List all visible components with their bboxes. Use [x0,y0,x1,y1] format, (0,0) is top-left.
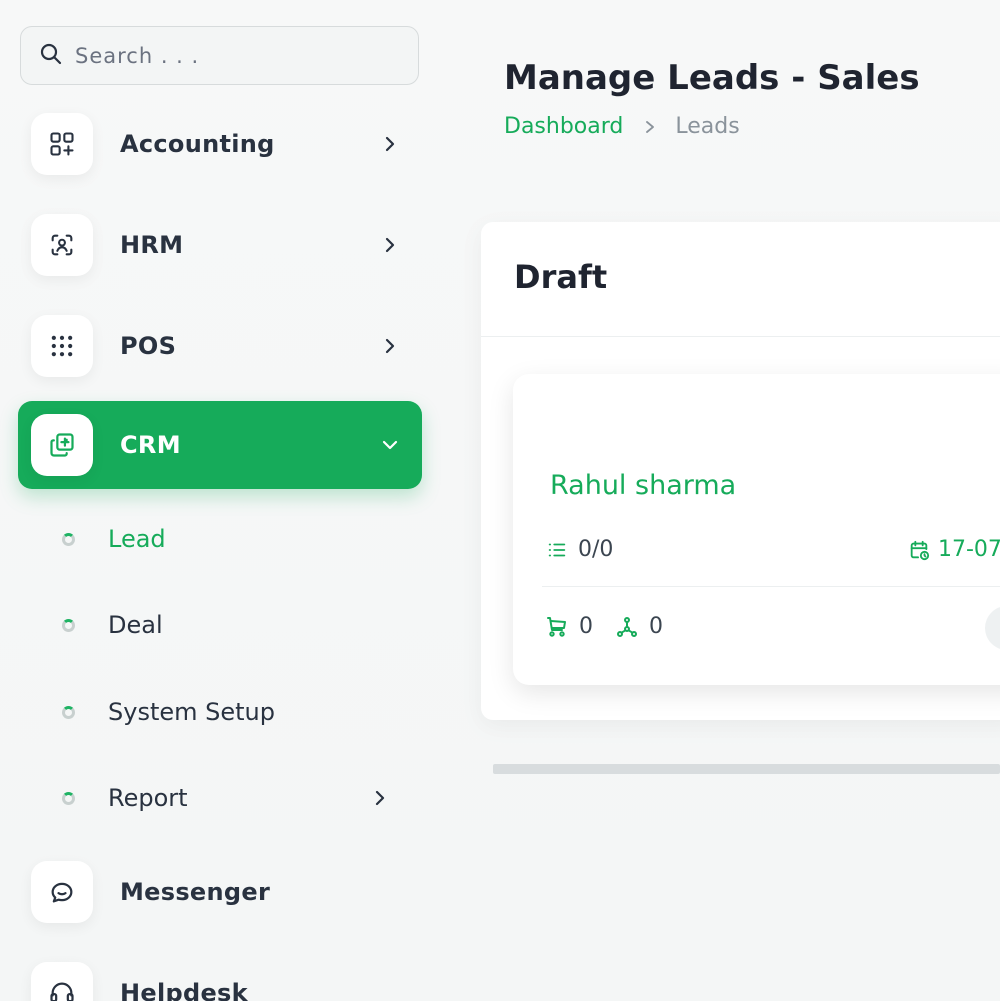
lead-sources-count: 0 [649,614,663,639]
chevron-right-icon [646,120,655,133]
lead-products-count: 0 [579,614,593,639]
user-scan-icon [31,214,93,276]
bullet-icon [62,618,75,632]
search-box[interactable] [20,26,419,85]
breadcrumb-link-dashboard[interactable]: Dashboard [504,114,623,139]
sidebar-subitem-label: Deal [108,611,163,639]
horizontal-scrollbar[interactable] [493,764,1000,774]
breadcrumb-current: Leads [675,114,740,139]
chevron-down-icon [380,435,400,455]
breadcrumb: Dashboard Leads [504,114,740,139]
sidebar-item-hrm[interactable]: HRM [18,201,422,289]
sidebar-item-label: HRM [120,231,184,259]
chevron-right-icon [370,788,390,808]
chevron-right-icon [380,336,400,356]
grid-dots-icon [31,315,93,377]
bullet-icon [62,532,75,546]
sidebar-subitem-label: System Setup [108,698,275,726]
calendar-clock-icon [910,540,930,560]
sidebar-item-label: Messenger [120,878,271,906]
page-title: Manage Leads - Sales [504,58,920,98]
divider [481,336,1000,337]
sidebar-item-crm[interactable]: CRM [18,401,422,489]
sidebar-item-pos[interactable]: POS [18,302,422,390]
sidebar-subitem-label: Lead [108,525,166,553]
lead-card[interactable]: Rahul sharma 0/0 17-07 0 0 [513,374,1000,685]
kanban-column-draft: Draft Rahul sharma 0/0 17-07 0 0 [481,222,1000,720]
lead-tasks-count: 0/0 [578,537,614,562]
sidebar-subitem-deal[interactable]: Deal [58,605,408,645]
share-network-icon [617,616,637,637]
lead-name-link[interactable]: Rahul sharma [550,470,736,501]
sidebar-item-accounting[interactable]: Accounting [18,100,422,188]
sidebar-subitem-label: Report [108,784,188,812]
shopping-cart-icon [547,616,566,637]
lead-stats: 0 0 [545,614,685,639]
sidebar-subitem-lead[interactable]: Lead [58,519,408,559]
lead-date: 17-07 [908,537,1000,562]
sidebar-item-label: POS [120,332,177,360]
apps-plus-icon [31,113,93,175]
search-icon [39,42,63,70]
sidebar-item-label: Helpdesk [120,979,248,1001]
bullet-icon [62,791,75,805]
layers-plus-icon [31,414,93,476]
sidebar-subitem-report[interactable]: Report [58,778,408,818]
divider [542,586,1000,587]
lead-action-button[interactable] [985,606,1000,650]
bullet-icon [62,705,75,719]
lead-tasks: 0/0 [546,537,613,562]
search-input[interactable] [75,43,375,68]
sidebar-subitem-system-setup[interactable]: System Setup [58,692,408,732]
chevron-right-icon [380,235,400,255]
message-icon [31,861,93,923]
lead-date-value: 17-07 [938,537,1000,562]
lead-sources: 0 [615,614,663,639]
sidebar-item-messenger[interactable]: Messenger [18,848,422,936]
sidebar-item-label: CRM [120,431,181,459]
kanban-column-title: Draft [514,258,608,296]
list-icon [548,543,566,556]
sidebar: Accounting HRM POS [0,0,440,1001]
chevron-right-icon [380,134,400,154]
headset-icon [31,962,93,1001]
lead-products: 0 [545,614,593,639]
sidebar-item-helpdesk[interactable]: Helpdesk [18,949,422,1001]
sidebar-item-label: Accounting [120,130,275,158]
app-page: Accounting HRM POS [0,0,1000,1001]
